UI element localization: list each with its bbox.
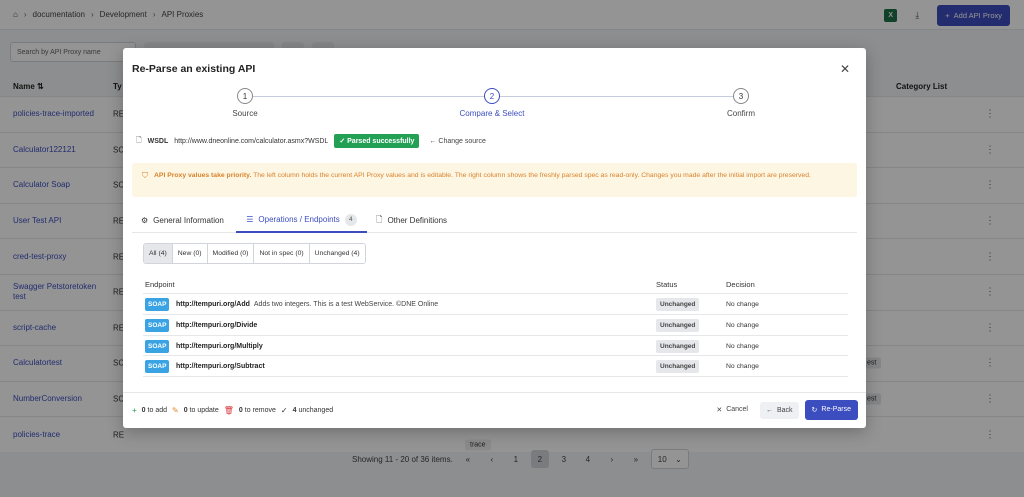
- tab-label: Other Definitions: [387, 216, 448, 225]
- tab-general-information[interactable]: ⚙ General Information: [141, 208, 224, 233]
- change-summary: + 0 to add ✎ 0 to update 🗑 0 to remove ✓…: [132, 406, 333, 415]
- protocol-badge: SOAP: [145, 298, 170, 311]
- list-icon: ☰: [246, 215, 254, 224]
- filter-unchanged[interactable]: Unchanged (4): [308, 244, 365, 263]
- endpoint-filter-group: All (4) New (0) Modified (0) Not in spec…: [143, 243, 366, 264]
- decision-value: No change: [726, 363, 759, 371]
- add-summary: 0 to add: [141, 407, 167, 414]
- protocol-badge: SOAP: [145, 318, 170, 332]
- step-label: Compare & Select: [459, 109, 525, 118]
- stepper: 1 Source 2 Compare & Select 3 Confirm: [123, 88, 866, 124]
- modal-tabs: ⚙ General Information ☰ Operations / End…: [132, 208, 857, 233]
- step-compare: 2 Compare & Select: [437, 88, 547, 118]
- filter-all[interactable]: All (4): [144, 244, 172, 263]
- decision-value: No change: [726, 301, 759, 308]
- status-badge: Unchanged: [656, 298, 700, 311]
- pencil-icon: ✎: [172, 406, 179, 415]
- step-confirm: 3 Confirm: [686, 88, 796, 118]
- filter-modified[interactable]: Modified (0): [206, 244, 254, 263]
- column-header-endpoint: Endpoint: [145, 280, 175, 289]
- refresh-icon: ↻: [811, 407, 818, 414]
- endpoint-url: http://tempuri.org/Multiply: [176, 342, 263, 350]
- column-header-decision: Decision: [726, 280, 755, 289]
- status-badge: Unchanged: [656, 318, 700, 332]
- status-badge: Unchanged: [656, 339, 700, 353]
- check-icon: ✓: [280, 406, 288, 415]
- endpoint-row[interactable]: SOAP http://tempuri.org/Multiply Unchang…: [143, 336, 848, 357]
- step-label: Source: [232, 109, 258, 118]
- update-summary: 0 to update: [183, 407, 219, 414]
- change-source-link[interactable]: ← Change source: [429, 138, 485, 145]
- reparse-modal: Re-Parse an existing API ✕ 1 Source 2 Co…: [123, 48, 866, 428]
- remove-summary: 0 to remove: [238, 407, 276, 414]
- endpoint-row[interactable]: SOAP http://tempuri.org/Subtract Unchang…: [143, 356, 848, 378]
- document-icon: 🗋: [376, 214, 383, 224]
- step-number: 1: [237, 88, 253, 104]
- endpoint-table: SOAP http://tempuri.org/Add Adds two inte…: [143, 293, 848, 378]
- step-number: 3: [733, 88, 749, 104]
- status-badge: Unchanged: [656, 360, 700, 374]
- cancel-button[interactable]: ✕ Cancel: [710, 401, 754, 419]
- endpoint-url: http://tempuri.org/Add Adds two integers.…: [176, 301, 439, 308]
- tab-count-badge: 4: [344, 213, 357, 226]
- gear-icon: ⚙: [141, 216, 149, 225]
- close-icon[interactable]: ✕: [840, 62, 850, 76]
- back-button[interactable]: ← Back: [759, 401, 799, 419]
- decision-value: No change: [726, 342, 759, 350]
- endpoint-url: http://tempuri.org/Divide: [176, 321, 258, 329]
- modal-footer: + 0 to add ✎ 0 to update 🗑 0 to remove ✓…: [123, 392, 866, 428]
- endpoint-description: Adds two integers. This is a test WebSer…: [253, 301, 439, 308]
- step-number: 2: [484, 88, 500, 104]
- file-icon: 🗋: [136, 136, 142, 144]
- tab-operations-endpoints[interactable]: ☰ Operations / Endpoints 4: [236, 208, 367, 233]
- step-source: 1 Source: [190, 88, 300, 118]
- reparse-button[interactable]: ↻ Re-Parse: [804, 400, 858, 420]
- source-url: http://www.dneonline.com/calculator.asmx…: [174, 137, 329, 145]
- close-icon: ✕: [716, 407, 723, 414]
- warning-text: The left column holds the current API Pr…: [251, 172, 811, 179]
- arrow-left-icon: ←: [765, 406, 773, 414]
- source-info: 🗋 WSDL http://www.dneonline.com/calculat…: [136, 134, 486, 148]
- modal-title: Re-Parse an existing API: [132, 63, 256, 75]
- column-header-status: Status: [656, 280, 678, 289]
- tab-label: General Information: [153, 216, 224, 225]
- plus-icon: +: [132, 406, 137, 415]
- step-label: Confirm: [726, 109, 755, 118]
- shield-icon: ⛉: [142, 171, 148, 180]
- endpoint-url: http://tempuri.org/Subtract: [176, 363, 265, 371]
- parsed-status-badge: ✓ Parsed successfully: [334, 134, 420, 148]
- endpoint-row[interactable]: SOAP http://tempuri.org/Divide Unchanged…: [143, 315, 848, 336]
- footer-actions: ✕ Cancel ← Back ↻ Re-Parse: [710, 400, 858, 420]
- protocol-badge: SOAP: [145, 339, 170, 353]
- filter-not-in-spec[interactable]: Not in spec (0): [253, 244, 309, 263]
- unchanged-summary: 4 unchanged: [292, 407, 334, 414]
- trash-icon: 🗑: [223, 406, 234, 415]
- warning-title: API Proxy values take priority.: [154, 172, 252, 179]
- source-type: WSDL: [147, 137, 169, 145]
- tab-label: Operations / Endpoints: [258, 215, 340, 224]
- filter-new[interactable]: New (0): [171, 244, 207, 263]
- decision-value: No change: [726, 321, 759, 329]
- protocol-badge: SOAP: [145, 360, 170, 374]
- priority-warning: ⛉ API Proxy values take priority. The le…: [132, 163, 857, 197]
- endpoint-row[interactable]: SOAP http://tempuri.org/Add Adds two inte…: [143, 294, 848, 315]
- arrow-left-icon: ←: [429, 137, 437, 145]
- tab-other-definitions[interactable]: 🗋 Other Definitions: [376, 208, 447, 233]
